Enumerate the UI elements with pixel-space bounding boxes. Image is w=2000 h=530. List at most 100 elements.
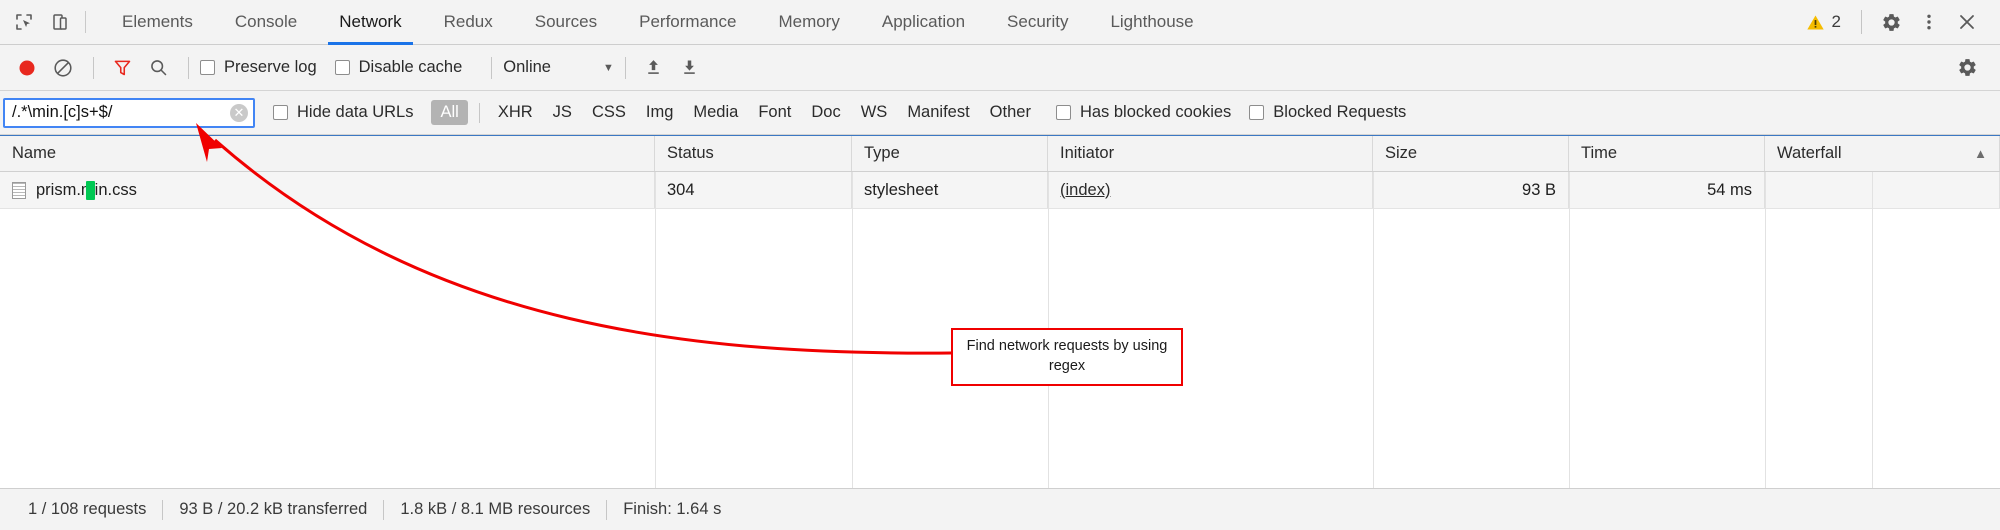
column-header-initiator[interactable]: Initiator	[1048, 136, 1373, 171]
devtools-tabstrip: Elements Console Network Redux Sources P…	[0, 0, 2000, 45]
tab-performance[interactable]: Performance	[618, 0, 757, 44]
tab-security[interactable]: Security	[986, 0, 1089, 44]
inspect-element-icon[interactable]	[6, 0, 42, 44]
column-header-size[interactable]: Size	[1373, 136, 1569, 171]
column-header-waterfall[interactable]: Waterfall ▲	[1765, 136, 2000, 171]
import-har-icon[interactable]	[637, 51, 671, 85]
cell-type: stylesheet	[852, 172, 1048, 208]
filter-type-font[interactable]: Font	[749, 100, 800, 125]
blocked-requests-checkbox[interactable]: Blocked Requests	[1249, 103, 1406, 122]
column-header-type[interactable]: Type	[852, 136, 1048, 171]
import-har-glyph	[648, 60, 660, 74]
blocked-requests-box	[1249, 105, 1265, 120]
filter-funnel-icon[interactable]	[105, 51, 139, 85]
filter-type-other[interactable]: Other	[981, 100, 1040, 125]
search-icon[interactable]	[141, 51, 175, 85]
filter-type-css-label: CSS	[591, 103, 626, 121]
tab-application-label: Application	[881, 12, 966, 31]
column-header-name-label: Name	[12, 144, 57, 162]
close-icon[interactable]	[1948, 3, 1986, 41]
tab-console[interactable]: Console	[214, 0, 318, 44]
control-bar-right	[1948, 49, 2000, 87]
cell-time: 54 ms	[1569, 172, 1765, 208]
column-header-initiator-label: Initiator	[1060, 144, 1115, 162]
record-button-icon[interactable]	[10, 51, 44, 85]
status-finish: Finish: 1.64 s	[623, 500, 722, 518]
initiator-link[interactable]: (index)	[1060, 181, 1110, 200]
sort-ascending-icon: ▲	[1974, 146, 1987, 161]
tab-memory-label: Memory	[778, 12, 840, 31]
export-har-glyph	[684, 60, 696, 74]
filter-type-ws[interactable]: WS	[852, 100, 897, 125]
tab-memory[interactable]: Memory	[757, 0, 860, 44]
tab-sources[interactable]: Sources	[514, 0, 618, 44]
grid-guide-waterfall	[1765, 172, 1766, 488]
network-settings-gear-glyph	[1958, 59, 1976, 76]
filter-type-all[interactable]: All	[431, 100, 468, 125]
hide-data-urls-label: Hide data URLs	[297, 103, 414, 121]
tabstrip-actions: 2	[1796, 0, 2000, 44]
clear-filter-icon[interactable]: ✕	[230, 103, 248, 122]
tab-application[interactable]: Application	[861, 0, 986, 44]
throttling-value: Online	[503, 58, 551, 76]
control-divider-1	[93, 56, 94, 79]
filter-type-media-label: Media	[693, 103, 739, 121]
cell-initiator: (index)	[1048, 172, 1373, 208]
network-settings-gear-icon[interactable]	[1948, 49, 1986, 87]
tab-security-label: Security	[1007, 12, 1069, 31]
cell-status: 304	[655, 172, 852, 208]
network-control-bar: Preserve log Disable cache Online ▼	[0, 45, 2000, 91]
preserve-log-checkbox[interactable]: Preserve log	[200, 58, 317, 77]
filter-type-divider	[478, 102, 480, 123]
filter-type-img-label: Img	[645, 103, 674, 121]
filter-type-ws-label: WS	[860, 103, 888, 121]
table-row[interactable]: prism.min.css 304 stylesheet (index) 93 …	[0, 172, 2000, 209]
column-header-status[interactable]: Status	[655, 136, 852, 171]
hide-data-urls-checkbox[interactable]: Hide data URLs	[273, 103, 413, 122]
network-request-table: Name Status Type Initiator Size Time Wat…	[0, 135, 2000, 488]
kebab-menu-glyph	[1927, 14, 1931, 30]
warning-indicator[interactable]: 2	[1796, 12, 1851, 32]
grid-guide-size	[1373, 172, 1374, 488]
annotation-callout: Find network requests by using regex	[951, 328, 1183, 387]
filter-type-doc-label: Doc	[811, 103, 841, 121]
filter-type-css[interactable]: CSS	[583, 100, 635, 125]
gear-icon[interactable]	[1872, 3, 1910, 41]
has-blocked-cookies-checkbox[interactable]: Has blocked cookies	[1055, 103, 1231, 122]
kebab-menu-icon[interactable]	[1910, 3, 1948, 41]
record-glyph	[19, 60, 35, 75]
column-header-name[interactable]: Name	[0, 136, 655, 171]
filter-type-js[interactable]: JS	[544, 100, 581, 125]
inspect-element-glyph	[16, 14, 32, 30]
tab-lighthouse[interactable]: Lighthouse	[1089, 0, 1214, 44]
column-header-time[interactable]: Time	[1569, 136, 1765, 171]
network-status-bar: 1 / 108 requests 93 B / 20.2 kB transfer…	[0, 488, 2000, 530]
grid-guide-time	[1569, 172, 1570, 488]
export-har-icon[interactable]	[673, 51, 707, 85]
filter-type-img[interactable]: Img	[637, 100, 683, 125]
cell-status-label: 304	[667, 180, 695, 199]
disable-cache-checkbox[interactable]: Disable cache	[334, 58, 462, 77]
filter-type-manifest[interactable]: Manifest	[898, 100, 978, 125]
preserve-log-box	[200, 60, 215, 75]
column-header-time-label: Time	[1581, 144, 1618, 162]
disable-cache-box	[334, 60, 350, 75]
filter-type-media[interactable]: Media	[684, 100, 747, 125]
tab-redux-label: Redux	[443, 12, 493, 31]
tab-network[interactable]: Network	[318, 0, 422, 45]
cell-waterfall	[86, 172, 2000, 208]
filter-type-xhr[interactable]: XHR	[489, 100, 542, 125]
device-toolbar-icon[interactable]	[42, 0, 78, 44]
filter-type-js-label: JS	[552, 103, 572, 121]
filter-regex-input[interactable]	[3, 97, 255, 128]
tab-elements[interactable]: Elements	[101, 0, 214, 44]
clear-icon[interactable]	[46, 51, 80, 85]
tab-redux[interactable]: Redux	[423, 0, 514, 44]
filter-type-doc[interactable]: Doc	[802, 100, 849, 125]
preserve-log-label: Preserve log	[224, 58, 317, 76]
control-divider-3	[491, 56, 493, 79]
warning-triangle-icon	[1806, 14, 1824, 30]
cell-type-label: stylesheet	[864, 180, 939, 199]
throttling-select[interactable]: Online ▼	[503, 58, 614, 77]
filter-type-xhr-label: XHR	[497, 103, 533, 121]
